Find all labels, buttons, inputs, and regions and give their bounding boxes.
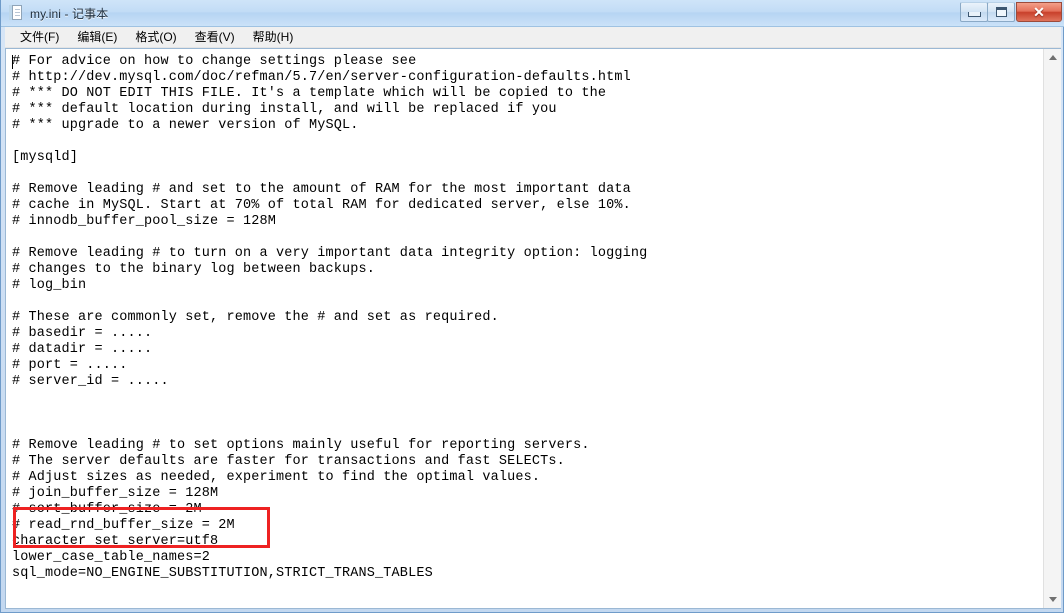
editor-line: # Adjust sizes as needed, experiment to … (12, 470, 541, 485)
maximize-icon (995, 6, 1007, 17)
scrollbar-track[interactable] (1044, 66, 1061, 591)
minimize-button[interactable] (960, 1, 988, 22)
editor-line: # server_id = ..... (12, 374, 169, 389)
text-editor[interactable]: # For advice on how to change settings p… (6, 49, 1043, 608)
editor-line: # The server defaults are faster for tra… (12, 454, 565, 469)
text-caret (12, 55, 13, 69)
editor-line: # join_buffer_size = 128M (12, 486, 219, 501)
editor-line: [mysqld] (12, 150, 79, 165)
editor-line: # http://dev.mysql.com/doc/refman/5.7/en… (12, 70, 631, 85)
editor-line: # changes to the binary log between back… (12, 262, 376, 277)
window-title: my.ini - 记事本 (30, 6, 109, 21)
editor-line: # *** upgrade to a newer version of MySQ… (12, 118, 359, 133)
editor-line: # cache in MySQL. Start at 70% of total … (12, 198, 631, 213)
menu-item-help[interactable]: 帮助(H) (244, 26, 303, 48)
editor-line: # *** DO NOT EDIT THIS FILE. It's a temp… (12, 86, 607, 101)
menu-item-format[interactable]: 格式(O) (126, 26, 185, 48)
editor-line: # *** default location during install, a… (12, 102, 557, 117)
editor-line: # These are commonly set, remove the # a… (12, 310, 499, 325)
editor-line: # port = ..... (12, 358, 128, 373)
menu-item-edit[interactable]: 编辑(E) (68, 26, 126, 48)
editor-line: # read_rnd_buffer_size = 2M (12, 518, 235, 533)
scroll-up-arrow-icon[interactable] (1044, 49, 1061, 66)
menu-bar: 文件(F) 编辑(E) 格式(O) 查看(V) 帮助(H) (5, 27, 1061, 48)
editor-line: # datadir = ..... (12, 342, 153, 357)
editor-line: # sort_buffer_size = 2M (12, 502, 202, 517)
close-button[interactable]: ✕ (1016, 1, 1062, 22)
editor-line: character_set_server=utf8 (12, 534, 219, 549)
editor-area: # For advice on how to change settings p… (5, 48, 1061, 609)
menu-item-file[interactable]: 文件(F) (11, 26, 68, 48)
editor-line: # Remove leading # to turn on a very imp… (12, 246, 648, 261)
title-bar[interactable]: my.ini - 记事本 ✕ (1, 0, 1064, 27)
editor-line: # log_bin (12, 278, 87, 293)
editor-line: # basedir = ..... (12, 326, 153, 341)
editor-line: # Remove leading # to set options mainly… (12, 438, 590, 453)
close-icon: ✕ (1033, 3, 1045, 20)
notepad-window: my.ini - 记事本 ✕ 文件(F) 编辑(E) 格式(O) 查看(V) 帮… (0, 0, 1064, 613)
window-controls: ✕ (960, 1, 1062, 22)
editor-line: lower_case_table_names=2 (12, 550, 211, 565)
vertical-scrollbar[interactable] (1043, 49, 1061, 608)
scroll-down-arrow-icon[interactable] (1044, 591, 1061, 608)
minimize-icon (967, 12, 981, 17)
maximize-button[interactable] (987, 1, 1015, 22)
editor-line: # For advice on how to change settings p… (12, 54, 417, 69)
menu-item-view[interactable]: 查看(V) (186, 26, 244, 48)
editor-line: # Remove leading # and set to the amount… (12, 182, 631, 197)
editor-line: sql_mode=NO_ENGINE_SUBSTITUTION,STRICT_T… (12, 566, 433, 581)
editor-line: # innodb_buffer_pool_size = 128M (12, 214, 277, 229)
notepad-document-icon (8, 5, 24, 21)
